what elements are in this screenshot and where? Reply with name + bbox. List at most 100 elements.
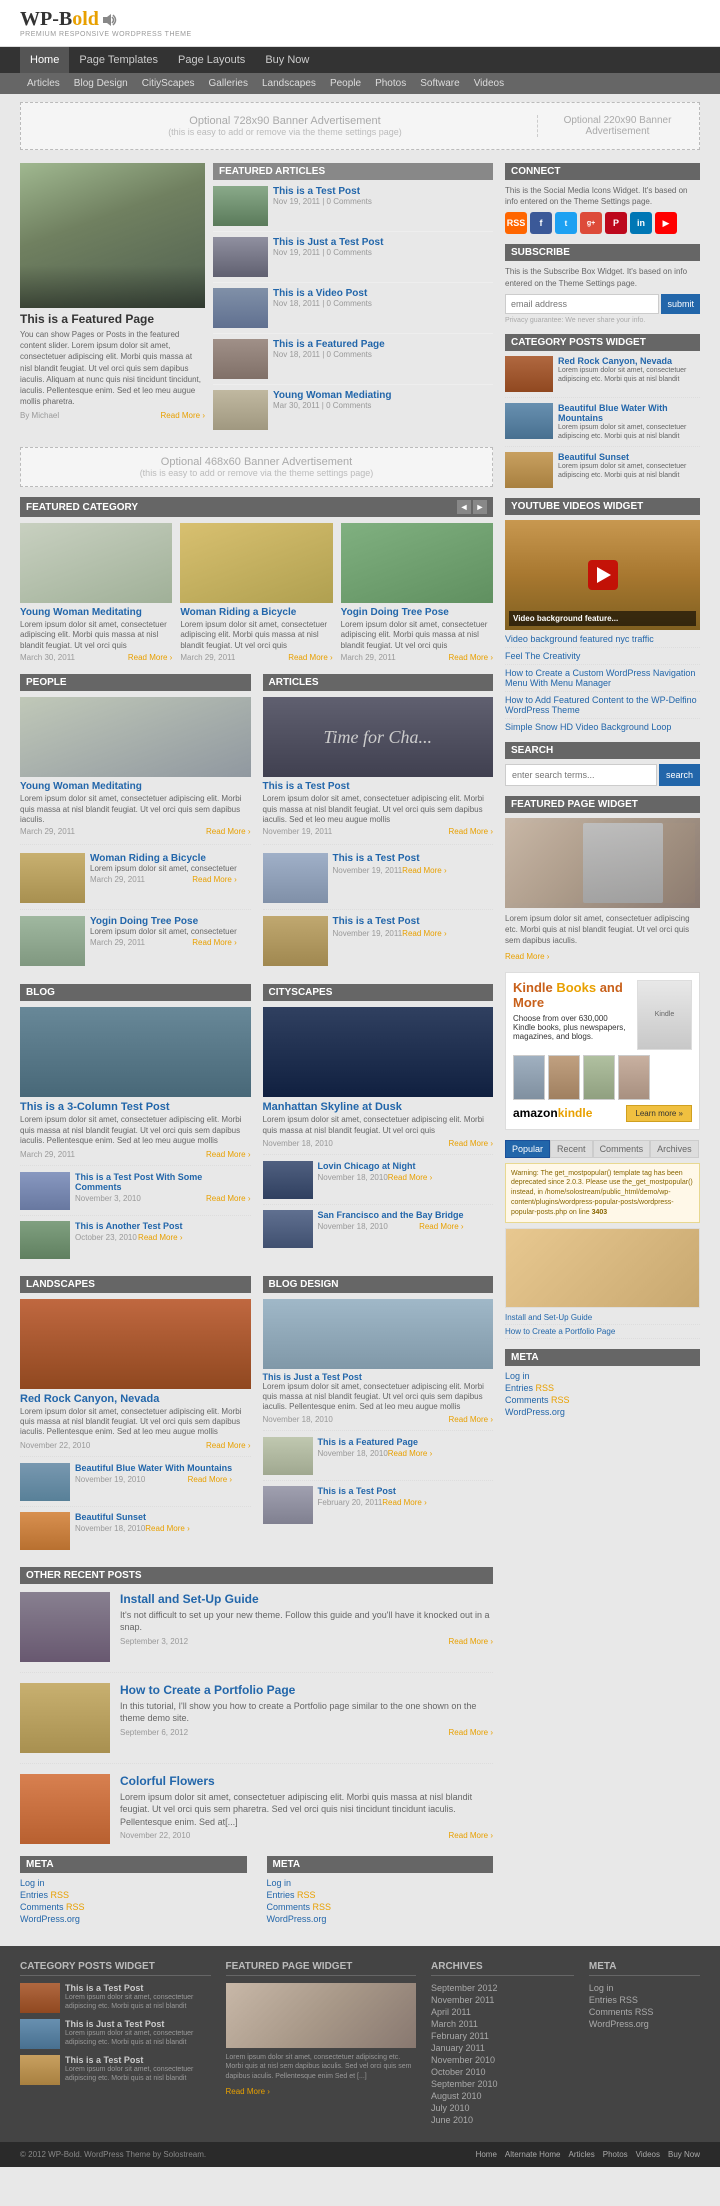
subnav-videos[interactable]: Videos bbox=[467, 73, 511, 94]
subnav-blog-design[interactable]: Blog Design bbox=[67, 73, 135, 94]
blog-main-title[interactable]: This is a 3-Column Test Post bbox=[20, 1101, 251, 1113]
archive-link[interactable]: November 2010 bbox=[431, 2055, 574, 2065]
blog-main-readmore[interactable]: Read More › bbox=[206, 1150, 250, 1159]
cityscape-item-readmore[interactable]: Read More › bbox=[419, 1222, 463, 1231]
op-readmore[interactable]: Read More › bbox=[449, 1728, 493, 1737]
meta-comments-rss[interactable]: Comments RSS bbox=[20, 1902, 247, 1912]
yt-link-3[interactable]: How to Create a Custom WordPress Navigat… bbox=[505, 668, 700, 692]
cityscapes-main-readmore[interactable]: Read More › bbox=[449, 1139, 493, 1148]
featured-readmore[interactable]: Read More › bbox=[161, 411, 205, 420]
footer-cpw-title[interactable]: This is a Test Post bbox=[65, 1983, 211, 1993]
person-readmore[interactable]: Read More › bbox=[206, 827, 250, 836]
meta-entries-rss-r[interactable]: Entries RSS bbox=[267, 1890, 494, 1900]
yt-link-1[interactable]: Video background featured nyc traffic bbox=[505, 634, 700, 648]
person-readmore[interactable]: Read More › bbox=[192, 938, 236, 947]
article-readmore[interactable]: Read More › bbox=[449, 827, 493, 836]
article-readmore[interactable]: Read More › bbox=[402, 866, 446, 875]
archive-link[interactable]: July 2010 bbox=[431, 2103, 574, 2113]
archive-link[interactable]: April 2011 bbox=[431, 2007, 574, 2017]
meta-wordpress[interactable]: WordPress.org bbox=[20, 1914, 247, 1924]
subnav-cityscapes[interactable]: CitiyScapes bbox=[135, 73, 202, 94]
twitter-icon[interactable]: t bbox=[555, 212, 577, 234]
article-title[interactable]: This is a Test Post bbox=[273, 186, 372, 197]
footer-nav-alternate[interactable]: Alternate Home bbox=[505, 2150, 561, 2159]
nav-page-templates[interactable]: Page Templates bbox=[69, 47, 168, 73]
meta-comments-rss-r[interactable]: Comments RSS bbox=[267, 1902, 494, 1912]
sidebar-meta-wordpress[interactable]: WordPress.org bbox=[505, 1407, 700, 1417]
cityscapes-main-title[interactable]: Manhattan Skyline at Dusk bbox=[263, 1101, 494, 1113]
archives-tab[interactable]: Archives bbox=[650, 1140, 699, 1158]
archive-link[interactable]: September 2012 bbox=[431, 1983, 574, 1993]
cityscape-item-readmore[interactable]: Read More › bbox=[388, 1173, 432, 1182]
meta-login[interactable]: Log in bbox=[20, 1878, 247, 1888]
footer-nav-home[interactable]: Home bbox=[476, 2150, 497, 2159]
sidebar-meta-login[interactable]: Log in bbox=[505, 1371, 700, 1381]
yt-link-2[interactable]: Feel The Creativity bbox=[505, 651, 700, 665]
subnav-articles[interactable]: Articles bbox=[20, 73, 67, 94]
archive-link[interactable]: June 2010 bbox=[431, 2115, 574, 2125]
meta-wordpress-r[interactable]: WordPress.org bbox=[267, 1914, 494, 1924]
pinterest-icon[interactable]: P bbox=[605, 212, 627, 234]
rss-icon[interactable]: RSS bbox=[505, 212, 527, 234]
google-plus-icon[interactable]: g+ bbox=[580, 212, 602, 234]
facebook-icon[interactable]: f bbox=[530, 212, 552, 234]
search-button[interactable]: search bbox=[659, 764, 700, 786]
prev-arrow[interactable]: ◄ bbox=[457, 500, 471, 514]
footer-fpw-readmore[interactable]: Read More › bbox=[226, 2087, 270, 2096]
sidebar-meta-comments[interactable]: Comments RSS bbox=[505, 1395, 700, 1405]
landscape-item-readmore[interactable]: Read More › bbox=[188, 1475, 232, 1484]
op-title[interactable]: Install and Set-Up Guide bbox=[120, 1592, 493, 1606]
subscribe-email-input[interactable] bbox=[505, 294, 659, 314]
article-title[interactable]: This is Just a Test Post bbox=[273, 237, 383, 248]
op-readmore[interactable]: Read More › bbox=[449, 1831, 493, 1840]
op-title[interactable]: Colorful Flowers bbox=[120, 1774, 493, 1788]
subnav-software[interactable]: Software bbox=[413, 73, 466, 94]
article-title[interactable]: This is a Video Post bbox=[273, 288, 372, 299]
subnav-people[interactable]: People bbox=[323, 73, 368, 94]
archive-link[interactable]: August 2010 bbox=[431, 2091, 574, 2101]
footer-nav-photos[interactable]: Photos bbox=[603, 2150, 628, 2159]
footer-nav-articles[interactable]: Articles bbox=[569, 2150, 595, 2159]
article-title[interactable]: This is a Test Post bbox=[263, 781, 494, 792]
article-title[interactable]: Young Woman Mediating bbox=[273, 390, 392, 401]
footer-meta-comments[interactable]: Comments RSS bbox=[589, 2007, 700, 2017]
bd-item-readmore[interactable]: Read More › bbox=[449, 1415, 493, 1424]
person-title[interactable]: Young Woman Meditating bbox=[20, 781, 251, 792]
article-title[interactable]: This is a Featured Page bbox=[273, 339, 385, 350]
search-input[interactable] bbox=[505, 764, 657, 786]
bd-item-title[interactable]: This is Just a Test Post bbox=[263, 1372, 494, 1382]
landscape-item-readmore[interactable]: Read More › bbox=[145, 1524, 189, 1533]
cpw-item-title[interactable]: Beautiful Blue Water With Mountains bbox=[558, 403, 700, 423]
archive-link[interactable]: November 2011 bbox=[431, 1995, 574, 2005]
comments-tab[interactable]: Comments bbox=[593, 1140, 651, 1158]
person-readmore[interactable]: Read More › bbox=[192, 875, 236, 884]
youtube-video-player[interactable]: Video background feature... bbox=[505, 520, 700, 630]
pop-item[interactable]: How to Create a Portfolio Page bbox=[505, 1327, 700, 1339]
sidebar-meta-entries[interactable]: Entries RSS bbox=[505, 1383, 700, 1393]
fpw-readmore[interactable]: Read More › bbox=[505, 952, 549, 961]
cat-item-readmore[interactable]: Read More › bbox=[449, 653, 493, 662]
cityscape-item-title[interactable]: Lovin Chicago at Night bbox=[318, 1161, 433, 1171]
nav-page-layouts[interactable]: Page Layouts bbox=[168, 47, 255, 73]
blog-item-readmore[interactable]: Read More › bbox=[138, 1233, 182, 1242]
op-readmore[interactable]: Read More › bbox=[449, 1637, 493, 1646]
footer-cpw-title[interactable]: This is a Test Post bbox=[65, 2055, 211, 2065]
op-title[interactable]: How to Create a Portfolio Page bbox=[120, 1683, 493, 1697]
archive-link[interactable]: September 2010 bbox=[431, 2079, 574, 2089]
archive-link[interactable]: October 2010 bbox=[431, 2067, 574, 2077]
popular-tab[interactable]: Popular bbox=[505, 1140, 550, 1158]
article-title[interactable]: This is a Test Post bbox=[333, 916, 447, 927]
meta-entries-rss[interactable]: Entries RSS bbox=[20, 1890, 247, 1900]
blog-item-title[interactable]: This is a Test Post With Some Comments bbox=[75, 1172, 251, 1192]
footer-meta-login[interactable]: Log in bbox=[589, 1983, 700, 1993]
person-title[interactable]: Yogin Doing Tree Pose bbox=[90, 916, 237, 927]
footer-nav-buy[interactable]: Buy Now bbox=[668, 2150, 700, 2159]
landscape-main-title[interactable]: Red Rock Canyon, Nevada bbox=[20, 1393, 251, 1405]
cat-item-title[interactable]: Yogin Doing Tree Pose bbox=[341, 607, 493, 618]
cat-item-readmore[interactable]: Read More › bbox=[288, 653, 332, 662]
cpw-item-title[interactable]: Red Rock Canyon, Nevada bbox=[558, 356, 700, 366]
bd-item-title[interactable]: This is a Test Post bbox=[318, 1486, 427, 1496]
nav-home[interactable]: Home bbox=[20, 47, 69, 73]
next-arrow[interactable]: ► bbox=[473, 500, 487, 514]
subnav-galleries[interactable]: Galleries bbox=[202, 73, 255, 94]
